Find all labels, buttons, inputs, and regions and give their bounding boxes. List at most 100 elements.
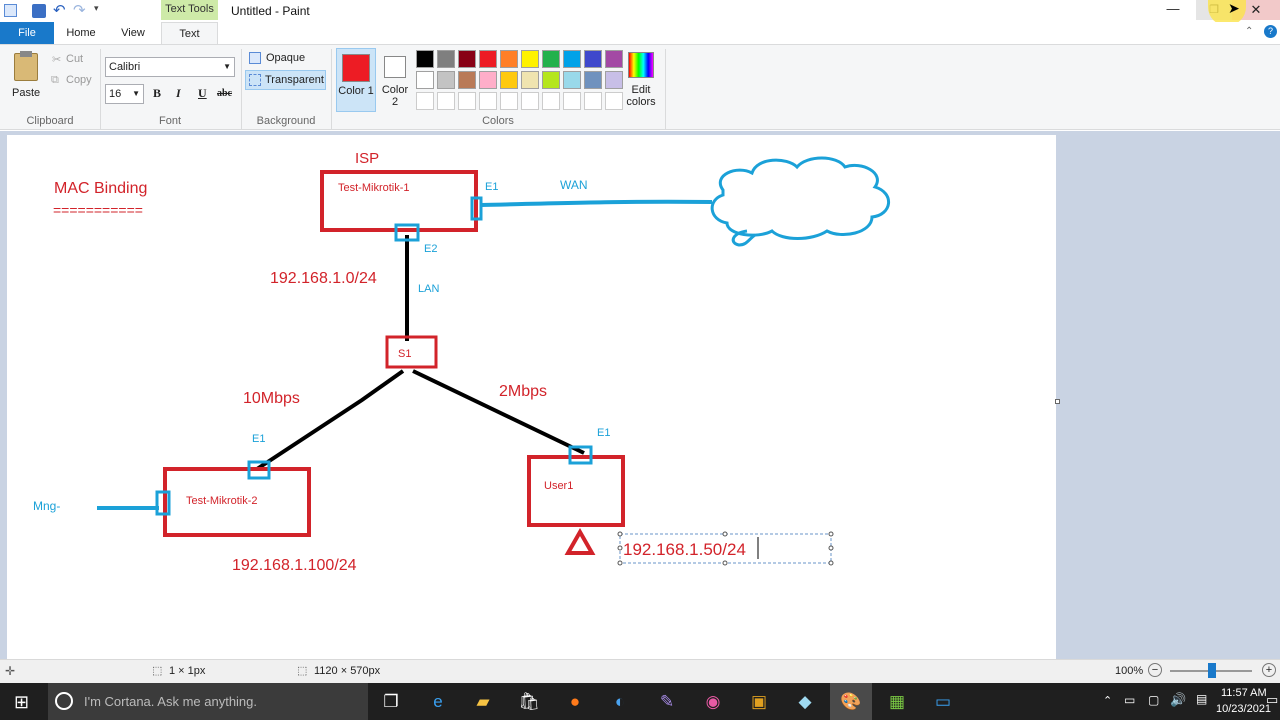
color1-label: Color 1 (338, 85, 374, 97)
action-center-icon[interactable]: ▭ (1266, 692, 1278, 708)
zoom-slider-thumb[interactable] (1208, 663, 1216, 678)
palette-swatch[interactable] (500, 50, 518, 68)
remote-app-icon[interactable]: ▭ (930, 689, 956, 715)
tab-home[interactable]: Home (58, 22, 104, 44)
task-view-icon[interactable]: ❐ (378, 689, 404, 715)
palette-swatch[interactable] (605, 71, 623, 89)
opaque-icon (249, 52, 261, 64)
drawing-canvas[interactable]: MAC Binding =========== ISP Test-Mikroti… (7, 135, 1056, 659)
transparent-button[interactable]: Transparent (245, 70, 326, 90)
copy-icon[interactable]: ⧉ (51, 74, 59, 87)
palette-empty-slot[interactable] (605, 92, 623, 110)
strikethrough-button[interactable]: abc (217, 88, 232, 99)
palette-swatch[interactable] (605, 50, 623, 68)
virtualbox-icon[interactable]: ▣ (746, 689, 772, 715)
capture-app-icon[interactable]: ▦ (884, 689, 910, 715)
copy-button[interactable]: Copy (66, 74, 92, 86)
palette-swatch[interactable] (563, 71, 581, 89)
color2-button[interactable]: Color 2 (378, 48, 414, 112)
palette-swatch[interactable] (563, 50, 581, 68)
palette-swatch[interactable] (416, 50, 434, 68)
palette-swatch[interactable] (416, 71, 434, 89)
zoom-out-button[interactable]: − (1148, 663, 1162, 677)
user1-ip-text[interactable]: 192.168.1.50/24 (623, 540, 746, 559)
cortana-search-box[interactable]: I'm Cortana. Ask me anything. (48, 683, 368, 720)
font-size-select[interactable]: 16 ▼ (105, 84, 144, 104)
palette-swatch[interactable] (542, 50, 560, 68)
notification-app-icon[interactable]: ◉ (700, 689, 726, 715)
cut-button[interactable]: Cut (66, 53, 83, 65)
browser-app-icon[interactable]: ◐ (607, 689, 633, 715)
windows-start-icon[interactable]: ⊞ (14, 692, 29, 713)
palette-empty-slot[interactable] (479, 92, 497, 110)
tab-text[interactable]: Text (161, 22, 218, 44)
collapse-ribbon-icon[interactable]: ⌃ (1245, 26, 1253, 37)
palette-swatch[interactable] (521, 71, 539, 89)
palette-empty-slot[interactable] (500, 92, 518, 110)
italic-button[interactable]: I (176, 86, 181, 101)
cortana-icon (55, 692, 73, 710)
palette-empty-slot[interactable] (458, 92, 476, 110)
paint-taskbar-button[interactable]: 🎨 (830, 683, 872, 720)
minimize-button[interactable]: — (1165, 0, 1181, 20)
palette-swatch[interactable] (458, 50, 476, 68)
user1-e1-label: E1 (597, 427, 610, 439)
chevron-down-icon: ▼ (132, 89, 140, 98)
palette-empty-slot[interactable] (542, 92, 560, 110)
palette-empty-slot[interactable] (563, 92, 581, 110)
canvas-resize-handle[interactable] (1055, 399, 1060, 404)
volume-icon[interactable]: 🔊 (1170, 692, 1186, 708)
power-icon[interactable]: ▢ (1148, 693, 1159, 707)
palette-empty-slot[interactable] (437, 92, 455, 110)
crosshair-icon: ✛ (5, 664, 16, 678)
palette-swatch[interactable] (479, 50, 497, 68)
undo-icon[interactable]: ↶ (53, 1, 66, 19)
palette-swatch[interactable] (479, 71, 497, 89)
store-icon[interactable]: 🛍 (516, 689, 542, 715)
show-hidden-icons[interactable]: ⌃ (1103, 694, 1112, 707)
palette-swatch[interactable] (500, 71, 518, 89)
help-icon[interactable]: ? (1264, 25, 1277, 38)
clock-time[interactable]: 11:57 AM (1221, 687, 1267, 699)
cut-icon[interactable]: ✂ (52, 53, 61, 66)
paste-label: Paste (12, 87, 41, 99)
isp-label: ISP (355, 150, 379, 167)
network-icon[interactable]: ▭ (1124, 693, 1135, 707)
redo-icon[interactable]: ↷ (73, 1, 86, 19)
canvas-size-icon: ⬚ (297, 665, 308, 677)
firefox-icon[interactable]: ● (562, 689, 588, 715)
palette-swatch[interactable] (584, 50, 602, 68)
palette-swatch[interactable] (542, 71, 560, 89)
palette-swatch[interactable] (584, 71, 602, 89)
palette-swatch[interactable] (437, 71, 455, 89)
color1-button[interactable]: Color 1 (336, 48, 376, 112)
router2-label: Test-Mikrotik-2 (186, 495, 258, 507)
zoom-in-button[interactable]: + (1262, 663, 1276, 677)
language-icon[interactable]: ▤ (1196, 692, 1207, 706)
palette-empty-slot[interactable] (584, 92, 602, 110)
palette-swatch[interactable] (521, 50, 539, 68)
opaque-button[interactable]: Opaque (247, 50, 325, 68)
underline-button[interactable]: U (198, 86, 207, 101)
palette-swatch[interactable] (458, 71, 476, 89)
tab-file[interactable]: File (0, 22, 54, 44)
paste-button[interactable]: Paste (8, 49, 44, 105)
color-spectrum-icon (628, 52, 654, 78)
font-family-select[interactable]: Calibri ▼ (105, 57, 235, 77)
switch-to-router2-link (255, 369, 405, 471)
file-explorer-icon[interactable]: ▰ (470, 689, 496, 715)
wan-label: WAN (560, 178, 588, 192)
palette-swatch[interactable] (437, 50, 455, 68)
save-icon[interactable] (32, 4, 46, 18)
window-title: Untitled - Paint (231, 4, 310, 18)
quick-access-dropdown-icon[interactable]: ▾ (94, 3, 99, 14)
palette-empty-slot[interactable] (521, 92, 539, 110)
tab-view[interactable]: View (110, 22, 156, 44)
app-icon[interactable]: ◆ (792, 689, 818, 715)
edge-browser-icon[interactable]: e (425, 689, 451, 715)
feather-app-icon[interactable]: ✎ (654, 689, 680, 715)
bold-button[interactable]: B (153, 86, 161, 101)
edit-colors-button[interactable]: Edit colors (624, 48, 660, 112)
palette-empty-slot[interactable] (416, 92, 434, 110)
clock-date[interactable]: 10/23/2021 (1216, 703, 1271, 715)
